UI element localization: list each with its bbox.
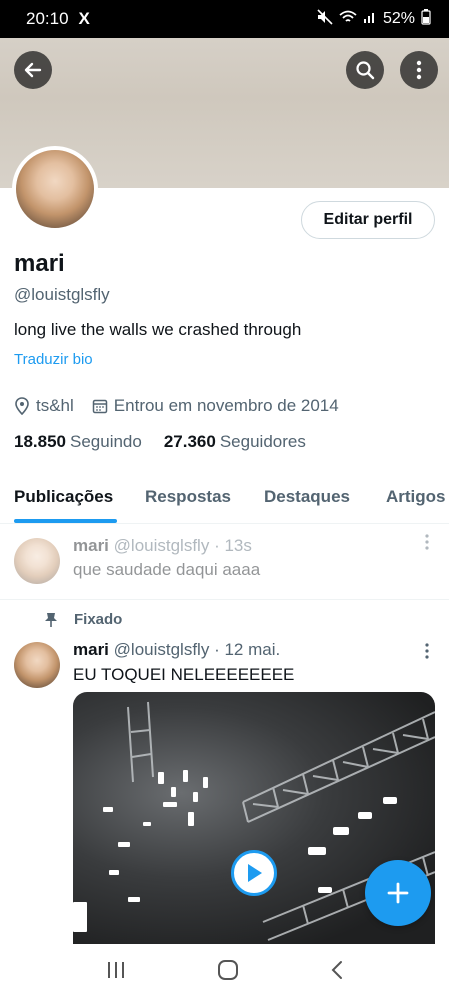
followers-count: 27.360 [163,432,216,451]
wifi-icon [339,10,357,29]
profile-bio: long live the walls we crashed through [14,320,302,339]
post-text: que saudade daqui aaaa [73,560,261,579]
chevron-left-icon [331,960,342,979]
translate-bio-link[interactable]: Traduzir bio [14,351,93,368]
post-more-icon[interactable] [425,643,429,664]
search-icon [356,61,375,80]
search-button[interactable] [346,51,384,89]
play-icon [248,864,262,882]
post-author-handle: @louistglsfly [113,536,210,555]
post-author-handle: @louistglsfly [113,640,210,659]
signal-icon [363,10,377,29]
post-time: · 13s [214,536,252,555]
calendar-icon [92,399,108,414]
tab-publicacoes[interactable]: Publicações [14,487,113,507]
recent-apps-icon [107,961,124,978]
post-avatar[interactable] [14,538,60,584]
x-logo-icon: X [78,9,90,28]
profile-tabs: Publicações Respostas Destaques Artigos [0,470,449,524]
more-vertical-icon [416,60,422,80]
location-icon [15,397,29,415]
plus-icon [387,882,409,904]
tab-respostas[interactable]: Respostas [145,487,231,507]
pinned-text: Fixado [74,611,123,628]
followers-label: Seguidores [219,432,306,451]
home-icon [217,959,238,980]
back-button[interactable] [14,51,52,89]
status-time: 20:10 [26,9,69,28]
followers-link[interactable]: 27.360 Seguidores [164,432,306,452]
status-bar: 20:10 X 52% [0,0,449,38]
post-divider [0,599,449,600]
profile-avatar[interactable] [12,146,98,232]
play-button[interactable] [231,850,277,896]
post-avatar[interactable] [14,642,60,688]
mute-icon [317,8,333,30]
back-arrow-icon [24,62,42,78]
battery-level: 52% [382,10,415,27]
pin-icon [45,612,57,627]
post-author-name: mari [73,536,109,555]
battery-icon [421,8,431,30]
recent-apps-button[interactable] [106,961,126,984]
back-nav-button[interactable] [330,960,344,985]
post-item[interactable]: mari @louistglsfly · 13s que saudade daq… [0,524,449,600]
following-label: Seguindo [70,432,142,451]
post-text: EU TOQUEI NELEEEEEEEE [73,665,295,684]
profile-joined: Entrou em novembro de 2014 [113,396,339,415]
pinned-label: Fixado [44,611,122,628]
active-tab-indicator [14,519,117,523]
post-author-name: mari [73,640,109,659]
post-time: · 12 mai. [214,640,281,659]
compose-button[interactable] [365,860,431,926]
follow-counts: 18.850 Seguindo 27.360 Seguidores [14,432,306,452]
home-button[interactable] [217,959,239,986]
profile-name: mari [14,250,65,277]
post-more-icon[interactable] [425,534,429,555]
post-header: mari @louistglsfly · 12 mai. [73,640,280,660]
profile-location: ts&hl [36,396,74,415]
tab-destaques[interactable]: Destaques [264,487,350,507]
tab-artigos[interactable]: Artigos [386,487,446,507]
profile-handle: @louistglsfly [14,285,110,304]
following-count: 18.850 [14,432,66,451]
profile-meta: ts&hl Entrou em novembro de 2014 [14,396,351,416]
more-options-button[interactable] [400,51,438,89]
post-header: mari @louistglsfly · 13s [73,536,252,556]
system-nav-bar [0,944,449,1000]
following-link[interactable]: 18.850 Seguindo [14,432,142,452]
edit-profile-button[interactable]: Editar perfil [301,201,435,239]
